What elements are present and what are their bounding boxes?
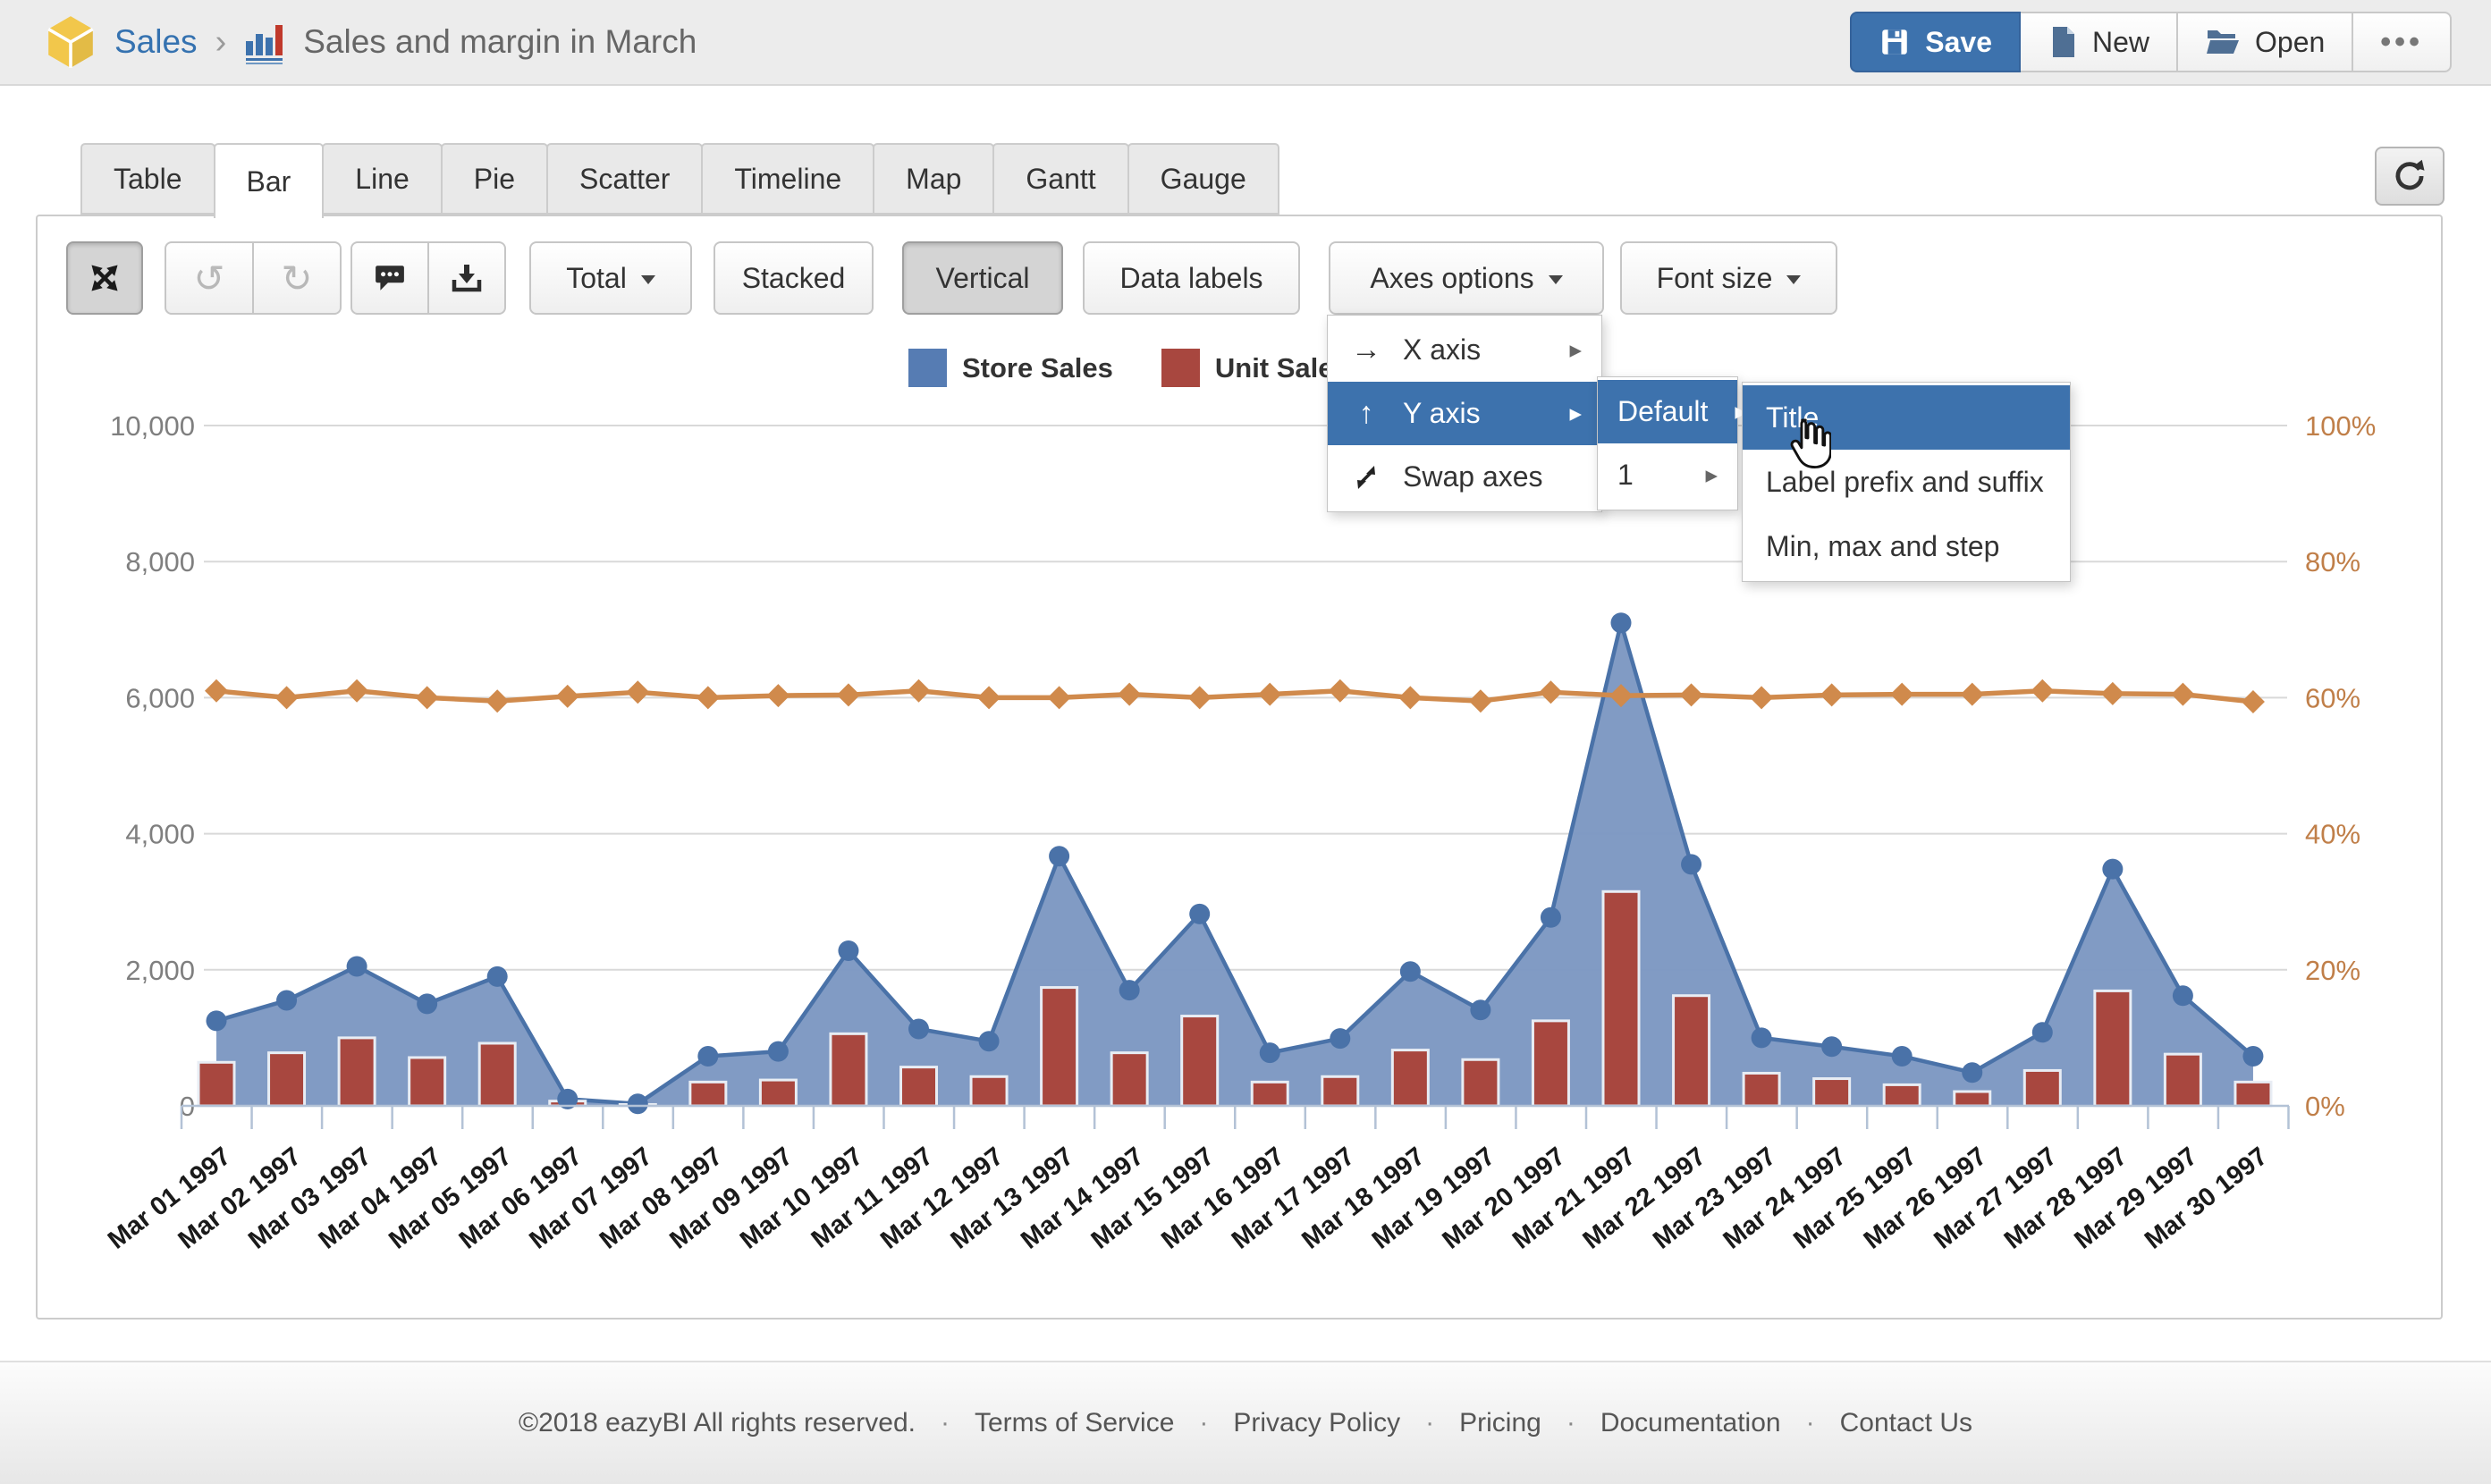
menu-item-min-max-step[interactable]: Min, max and step [1743,514,2070,578]
page-title: Sales and margin in March [303,23,697,61]
open-folder-icon [2205,27,2241,57]
more-actions-button[interactable]: ••• [2352,12,2452,72]
axes-options-dropdown-button[interactable]: Axes options [1329,241,1604,315]
caret-down-icon [1786,275,1801,284]
swap-axes-icon [1347,462,1385,493]
save-button[interactable]: Save [1850,12,2021,72]
tab-table[interactable]: Table [80,143,215,215]
menu-item-x-axis[interactable]: → X axis ▸ [1328,318,1601,382]
tab-gauge[interactable]: Gauge [1127,143,1279,215]
axes-options-menu: → X axis ▸ ↑ Y axis ▸ Swap axes [1327,315,1602,512]
data-labels-toggle-button[interactable]: Data labels [1083,241,1300,315]
new-button[interactable]: New [2019,12,2178,72]
copyright-text: ©2018 eazyBI All rights reserved. [519,1408,916,1438]
font-size-dropdown-button[interactable]: Font size [1620,241,1837,315]
footer-separator: · [1566,1408,1575,1438]
menu-item-y-axis[interactable]: ↑ Y axis ▸ [1328,382,1601,445]
page-footer: ©2018 eazyBI All rights reserved. · Terms… [0,1361,2491,1484]
menu-item-axis-1[interactable]: 1 ▸ [1598,443,1737,507]
redo-button[interactable]: ↻ [252,241,342,315]
footer-separator: · [1806,1408,1815,1438]
footer-separator: · [1425,1408,1434,1438]
menu-item-swap-axes[interactable]: Swap axes [1328,445,1601,509]
submenu-chevron-icon: ▸ [1569,400,1582,427]
undo-redo-group: ↺ ↻ [165,241,342,315]
stacked-toggle-button[interactable]: Stacked [714,241,874,315]
eazybi-report-page: Sales › Sales and margin in March [0,0,2491,1484]
expand-arrows-icon [88,261,122,295]
undo-button[interactable]: ↺ [165,241,254,315]
footer-link-pricing[interactable]: Pricing [1459,1408,1541,1438]
breadcrumb-separator-icon: › [215,23,227,62]
report-actions: Save New Open ••• [1852,12,2452,72]
footer-separator: · [941,1408,950,1438]
tab-pie[interactable]: Pie [441,143,548,215]
up-arrow-icon: ↑ [1347,396,1385,431]
footer-link-documentation[interactable]: Documentation [1600,1408,1781,1438]
breadcrumb-sales-link[interactable]: Sales [114,23,198,61]
tab-scatter[interactable]: Scatter [546,143,703,215]
eazybi-logo-icon[interactable] [45,14,97,70]
right-arrow-icon: → [1347,333,1385,367]
caret-down-icon [641,275,655,284]
chart-legend: Store Sales Unit Sales [908,349,1349,387]
chart-toolbar: ↺ ↻ Total [66,241,1837,315]
footer-separator: · [1199,1408,1208,1438]
submenu-chevron-icon: ▸ [1705,461,1718,489]
new-file-icon [2048,25,2078,59]
menu-item-default[interactable]: Default ▸ [1598,380,1737,443]
legend-item-unit-sales[interactable]: Unit Sales [1161,349,1349,387]
tab-bar[interactable]: Bar [214,143,325,218]
export-download-button[interactable] [427,241,506,315]
menu-item-title[interactable]: Title [1743,385,2070,450]
fit-screen-button[interactable] [66,241,143,315]
caret-down-icon [1549,275,1563,284]
footer-links: · Terms of Service · Privacy Policy · Pricing… [941,1408,1972,1438]
chart-type-tabs: TableBarLinePieScatterTimelineMapGanttGa… [82,143,1279,218]
default-axis-submenu: Title Label prefix and suffix Min, max a… [1742,382,2071,582]
submenu-chevron-icon: ▸ [1569,336,1582,364]
comments-button[interactable] [350,241,429,315]
legend-item-store-sales[interactable]: Store Sales [908,349,1113,387]
report-chart-icon [244,20,285,64]
total-dropdown-button[interactable]: Total [529,241,692,315]
footer-link-contact-us[interactable]: Contact Us [1840,1408,1972,1438]
tab-map[interactable]: Map [873,143,994,215]
y-axis-submenu: Default ▸ 1 ▸ [1597,376,1738,510]
comment-export-group [350,241,506,315]
save-floppy-icon [1879,26,1911,58]
footer-link-privacy-policy[interactable]: Privacy Policy [1233,1408,1400,1438]
vertical-toggle-button[interactable]: Vertical [902,241,1063,315]
refresh-button[interactable] [2375,147,2445,206]
legend-swatch-red [1161,349,1200,387]
menu-item-label-prefix-suffix[interactable]: Label prefix and suffix [1743,450,2070,514]
download-icon [451,262,483,294]
tab-line[interactable]: Line [322,143,443,215]
open-button[interactable]: Open [2176,12,2353,72]
footer-link-terms-of-service[interactable]: Terms of Service [975,1408,1174,1438]
tab-gantt[interactable]: Gantt [992,143,1128,215]
undo-icon: ↺ [193,257,224,300]
tab-timeline[interactable]: Timeline [701,143,874,215]
legend-swatch-blue [908,349,947,387]
top-bar: Sales › Sales and margin in March [0,0,2491,86]
redo-icon: ↻ [281,257,312,300]
refresh-icon [2391,157,2428,195]
ellipsis-icon: ••• [2380,25,2423,60]
comment-bubble-icon [374,263,406,293]
breadcrumb: Sales › Sales and margin in March [45,0,697,84]
